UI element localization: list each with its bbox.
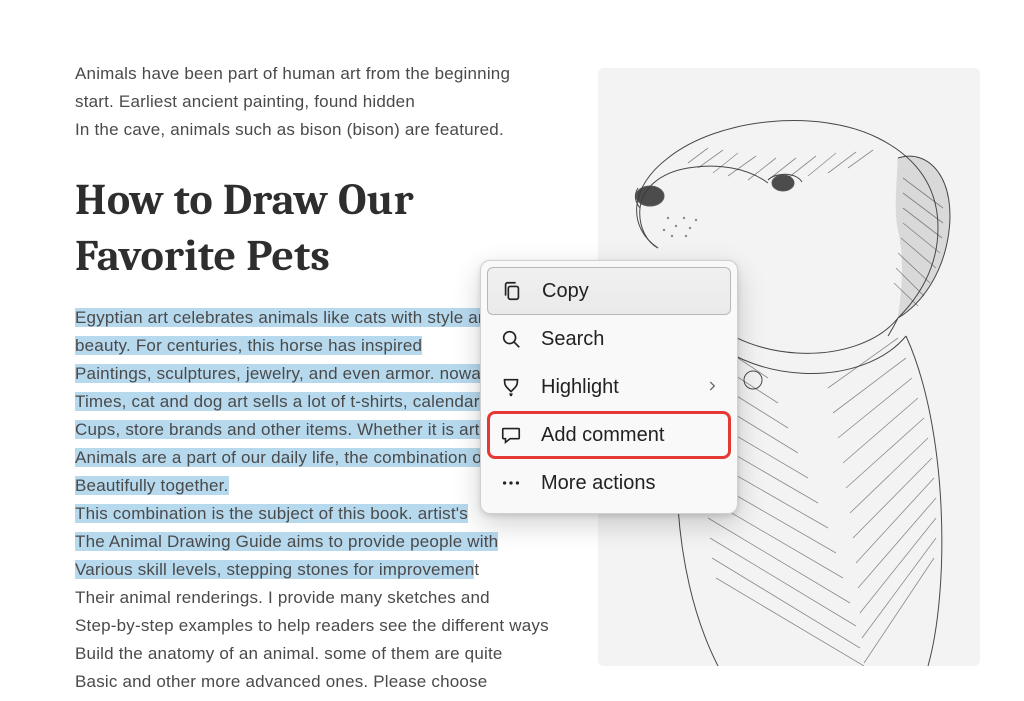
menu-label: Search — [541, 328, 604, 351]
body-line: Basic and other more advanced ones. Plea… — [75, 668, 1024, 696]
menu-label: More actions — [541, 472, 656, 495]
menu-item-highlight[interactable]: Highlight — [487, 363, 731, 411]
copy-icon — [500, 279, 524, 303]
body-line: t — [474, 560, 479, 579]
selected-text: The Animal Drawing Guide aims to provide… — [75, 532, 498, 551]
menu-label: Add comment — [541, 424, 664, 447]
menu-label: Copy — [542, 280, 589, 303]
menu-item-search[interactable]: Search — [487, 315, 731, 363]
menu-item-copy[interactable]: Copy — [487, 267, 731, 315]
selected-text: Various skill levels, stepping stones fo… — [75, 560, 474, 579]
title-line: Favorite Pets — [75, 230, 330, 281]
chevron-right-icon — [705, 376, 719, 399]
comment-icon — [499, 423, 523, 447]
menu-item-more-actions[interactable]: More actions — [487, 459, 731, 507]
selected-text: Egyptian art celebrates animals like cat… — [75, 308, 538, 327]
selected-text: This combination is the subject of this … — [75, 504, 468, 523]
highlighter-icon — [499, 375, 523, 399]
more-icon — [499, 471, 523, 495]
selected-text: Times, cat and dog art sells a lot of t-… — [75, 392, 545, 411]
selected-text: beauty. For centuries, this horse has in… — [75, 336, 422, 355]
title-line: How to Draw Our — [75, 174, 414, 225]
context-menu: Copy Search Highlight — [480, 260, 738, 514]
menu-label: Highlight — [541, 376, 619, 399]
menu-item-add-comment[interactable]: Add comment — [487, 411, 731, 459]
selected-text: Beautifully together. — [75, 476, 229, 495]
search-icon — [499, 327, 523, 351]
selected-text: Paintings, sculptures, jewelry, and even… — [75, 364, 518, 383]
document-page: Animals have been part of human art from… — [0, 0, 1024, 701]
